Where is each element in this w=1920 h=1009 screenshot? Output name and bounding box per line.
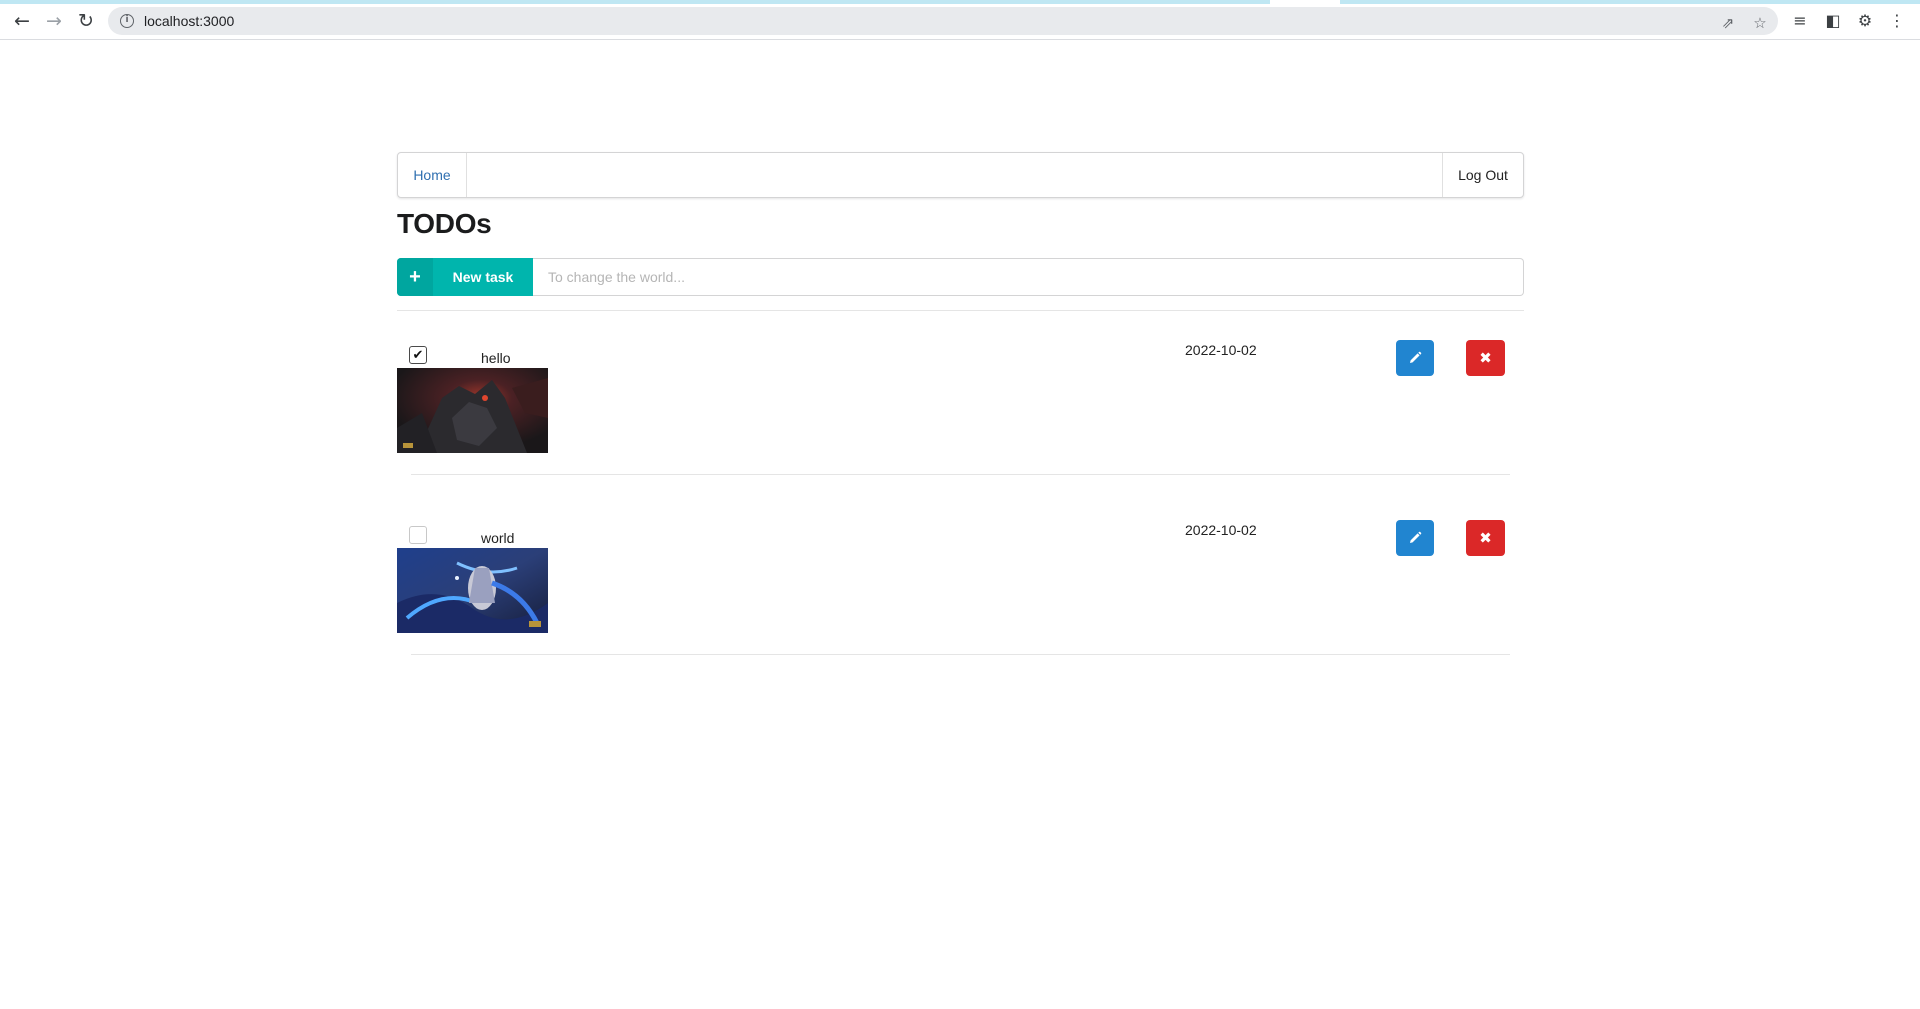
plus-icon: + <box>397 258 433 296</box>
divider <box>411 474 1510 475</box>
new-task-button-label: New task <box>452 269 514 285</box>
pencil-icon <box>1410 531 1422 543</box>
pencil-icon <box>1410 351 1422 363</box>
new-task-input[interactable] <box>533 258 1524 296</box>
new-task-form: + New task <box>397 258 1524 296</box>
todo-date: 2022-10-02 <box>1185 342 1257 358</box>
side-panel-icon[interactable]: ◧ <box>1822 9 1844 31</box>
info-icon[interactable]: i <box>120 14 134 28</box>
menu-icon[interactable]: ⋮ <box>1886 9 1908 31</box>
star-icon[interactable]: ☆ <box>1750 14 1770 32</box>
todo-name: hello <box>481 350 511 366</box>
extension-icon[interactable]: ⚙ <box>1854 9 1876 31</box>
delete-button[interactable]: ✖ <box>1466 520 1505 556</box>
logout-button[interactable]: Log Out <box>1442 153 1523 197</box>
todo-name: world <box>481 530 515 546</box>
loading-bar-segment <box>1340 0 1920 4</box>
todo-checkbox[interactable] <box>409 526 427 544</box>
media-icon[interactable]: ≡ <box>1789 9 1811 31</box>
home-link[interactable]: Home <box>398 153 467 197</box>
close-icon: ✖ <box>1479 349 1492 367</box>
back-icon[interactable]: ← <box>8 8 36 34</box>
todo-date: 2022-10-02 <box>1185 522 1257 538</box>
close-icon: ✖ <box>1479 529 1492 547</box>
todo-item: world 2022-10-02 ✖ <box>397 520 1524 698</box>
todo-image <box>397 368 548 453</box>
todo-item: ✔ hello 2022-10-02 ✖ <box>397 340 1524 518</box>
todo-checkbox[interactable]: ✔ <box>409 346 427 364</box>
reload-icon[interactable]: ↻ <box>72 8 100 34</box>
delete-button[interactable]: ✖ <box>1466 340 1505 376</box>
browser-toolbar: ← → ↻ i localhost:3000 ⇗ ☆ ≡ ◧ ⚙ ⋮ <box>0 0 1920 40</box>
address-bar-url[interactable]: localhost:3000 <box>144 13 234 29</box>
loading-bar <box>0 0 1920 4</box>
share-icon[interactable]: ⇗ <box>1718 14 1738 32</box>
top-navbar: Home Log Out <box>397 152 1524 198</box>
edit-button[interactable] <box>1396 340 1434 376</box>
divider <box>397 310 1524 311</box>
edit-button[interactable] <box>1396 520 1434 556</box>
forward-icon[interactable]: → <box>40 8 68 34</box>
loading-bar-segment <box>0 0 1270 4</box>
checkmark-icon: ✔ <box>412 347 424 363</box>
page-title: TODOs <box>397 208 492 239</box>
new-task-button[interactable]: + New task <box>397 258 533 296</box>
todo-image <box>397 548 548 633</box>
divider <box>411 654 1510 655</box>
address-bar[interactable]: i localhost:3000 ⇗ ☆ <box>108 7 1778 35</box>
